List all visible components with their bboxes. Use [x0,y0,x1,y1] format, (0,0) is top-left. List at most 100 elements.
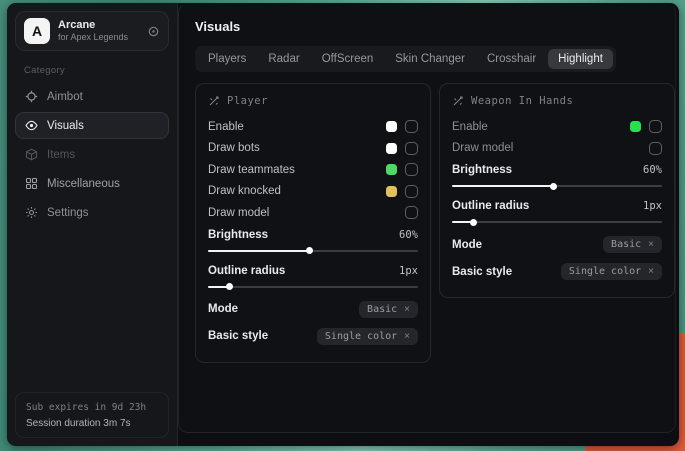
category-label: Category [24,65,177,76]
setting-row-brightness: Brightness60% [208,224,418,260]
checkbox[interactable] [649,142,662,155]
color-swatch[interactable] [630,121,641,132]
sidebar-item-label: Visuals [47,120,84,132]
app-header: A Arcane for Apex Legends [15,11,169,51]
setting-row-mode: Mode Basic × [208,296,418,323]
setting-row-draw-model: Draw model [208,202,418,224]
setting-label: Basic style [208,330,268,342]
slider-thumb[interactable] [226,283,233,290]
setting-row-draw-model: Draw model [452,138,662,160]
tag-chip-label: Single color [325,331,397,342]
slider-thumb[interactable] [470,219,477,226]
tag-chip[interactable]: Basic× [603,236,662,253]
color-swatch[interactable] [386,143,397,154]
app-logo-letter: A [32,23,42,39]
app-window: A Arcane for Apex Legends Category Aimbo… [7,3,679,446]
tab-offscreen[interactable]: OffScreen [312,49,384,69]
setting-label: Enable [208,121,386,133]
cube-icon [25,148,38,161]
sidebar-item-visuals[interactable]: Visuals [15,112,169,139]
crosshair-icon [25,90,38,103]
slider-fill [452,185,553,187]
sidebar-item-label: Miscellaneous [47,178,120,190]
slider-thumb[interactable] [550,183,557,190]
checkbox[interactable] [405,163,418,176]
slider-track[interactable] [208,286,418,288]
session-duration-text: Session duration 3m 7s [26,418,158,429]
setting-label: Mode [208,303,238,315]
slider-header: Brightness60% [452,164,662,176]
tab-bar: Players Radar OffScreen Skin Changer Crossha… [195,46,616,72]
slider-header: Brightness60% [208,229,418,241]
wand-icon [452,95,464,107]
tab-radar[interactable]: Radar [258,49,309,69]
tab-skin-changer[interactable]: Skin Changer [385,49,475,69]
close-icon[interactable]: × [404,304,410,315]
slider-value: 1px [399,265,418,277]
sidebar-nav: Aimbot Visuals Items Miscellaneous Settings [15,82,169,227]
section-title: Weapon In Hands [471,95,573,107]
setting-row-outline-radius: Outline radius1px [452,195,662,231]
app-title: Arcane [58,19,139,33]
setting-row-draw-teammates: Draw teammates [208,159,418,181]
tab-label: Radar [268,53,299,65]
setting-row-draw-knocked: Draw knocked [208,181,418,203]
subscription-info: Sub expires in 9d 23h Session duration 3… [15,392,169,438]
setting-label: Draw model [452,142,649,154]
sidebar-item-items[interactable]: Items [15,141,169,168]
checkbox[interactable] [405,206,418,219]
setting-label: Draw bots [208,142,386,154]
checkbox[interactable] [405,120,418,133]
color-swatch[interactable] [386,164,397,175]
setting-label: Draw teammates [208,164,386,176]
target-icon[interactable] [147,25,160,38]
eye-icon [25,119,38,132]
sidebar-item-settings[interactable]: Settings [15,199,169,226]
color-swatch[interactable] [386,121,397,132]
slider-header: Outline radius1px [208,265,418,277]
tab-players[interactable]: Players [198,49,256,69]
close-icon[interactable]: × [404,331,410,342]
slider-track[interactable] [208,250,418,252]
setting-row-basic-style: Basic styleSingle color× [452,258,662,285]
tab-label: Skin Changer [395,53,465,65]
color-swatch[interactable] [386,186,397,197]
sidebar-item-miscellaneous[interactable]: Miscellaneous [15,170,169,197]
tag-chip-label: Basic [367,304,397,315]
tab-label: Highlight [558,53,603,65]
tag-chip[interactable]: Single color × [317,328,418,345]
sub-expiry-text: Sub expires in 9d 23h [26,402,158,413]
setting-row-mode: ModeBasic× [452,231,662,258]
checkbox[interactable] [405,185,418,198]
slider-track[interactable] [452,185,662,187]
setting-row-basic-style: Basic style Single color × [208,323,418,350]
sidebar-item-label: Settings [47,207,89,219]
setting-row-outline-radius: Outline radius1px [208,260,418,296]
setting-label: Draw model [208,207,405,219]
sidebar-item-aimbot[interactable]: Aimbot [15,83,169,110]
close-icon[interactable]: × [648,266,654,277]
slider-thumb[interactable] [306,247,313,254]
setting-row-enable: Enable [452,116,662,138]
setting-label: Enable [452,121,630,133]
close-icon[interactable]: × [648,239,654,250]
tag-chip[interactable]: Basic × [359,301,418,318]
checkbox[interactable] [649,120,662,133]
sidebar-item-label: Aimbot [47,91,83,103]
sidebar: A Arcane for Apex Legends Category Aimbo… [7,3,178,446]
slider-value: 1px [643,200,662,212]
setting-row-brightness: Brightness60% [452,159,662,195]
tag-chip-label: Single color [569,266,641,277]
main-content: Visuals PlayersRadarOffScreenSkin Change… [178,3,676,433]
tab-crosshair[interactable]: Crosshair [477,49,546,69]
tab-label: Players [208,53,246,65]
app-logo: A [24,18,50,44]
tab-highlight[interactable]: Highlight [548,49,613,69]
slider-header: Outline radius1px [452,200,662,212]
tag-chip[interactable]: Single color × [561,263,662,280]
slider-track[interactable] [452,221,662,223]
section-title: Player [227,95,268,107]
slider-fill [208,250,309,252]
checkbox[interactable] [405,142,418,155]
tab-label: OffScreen [322,53,374,65]
